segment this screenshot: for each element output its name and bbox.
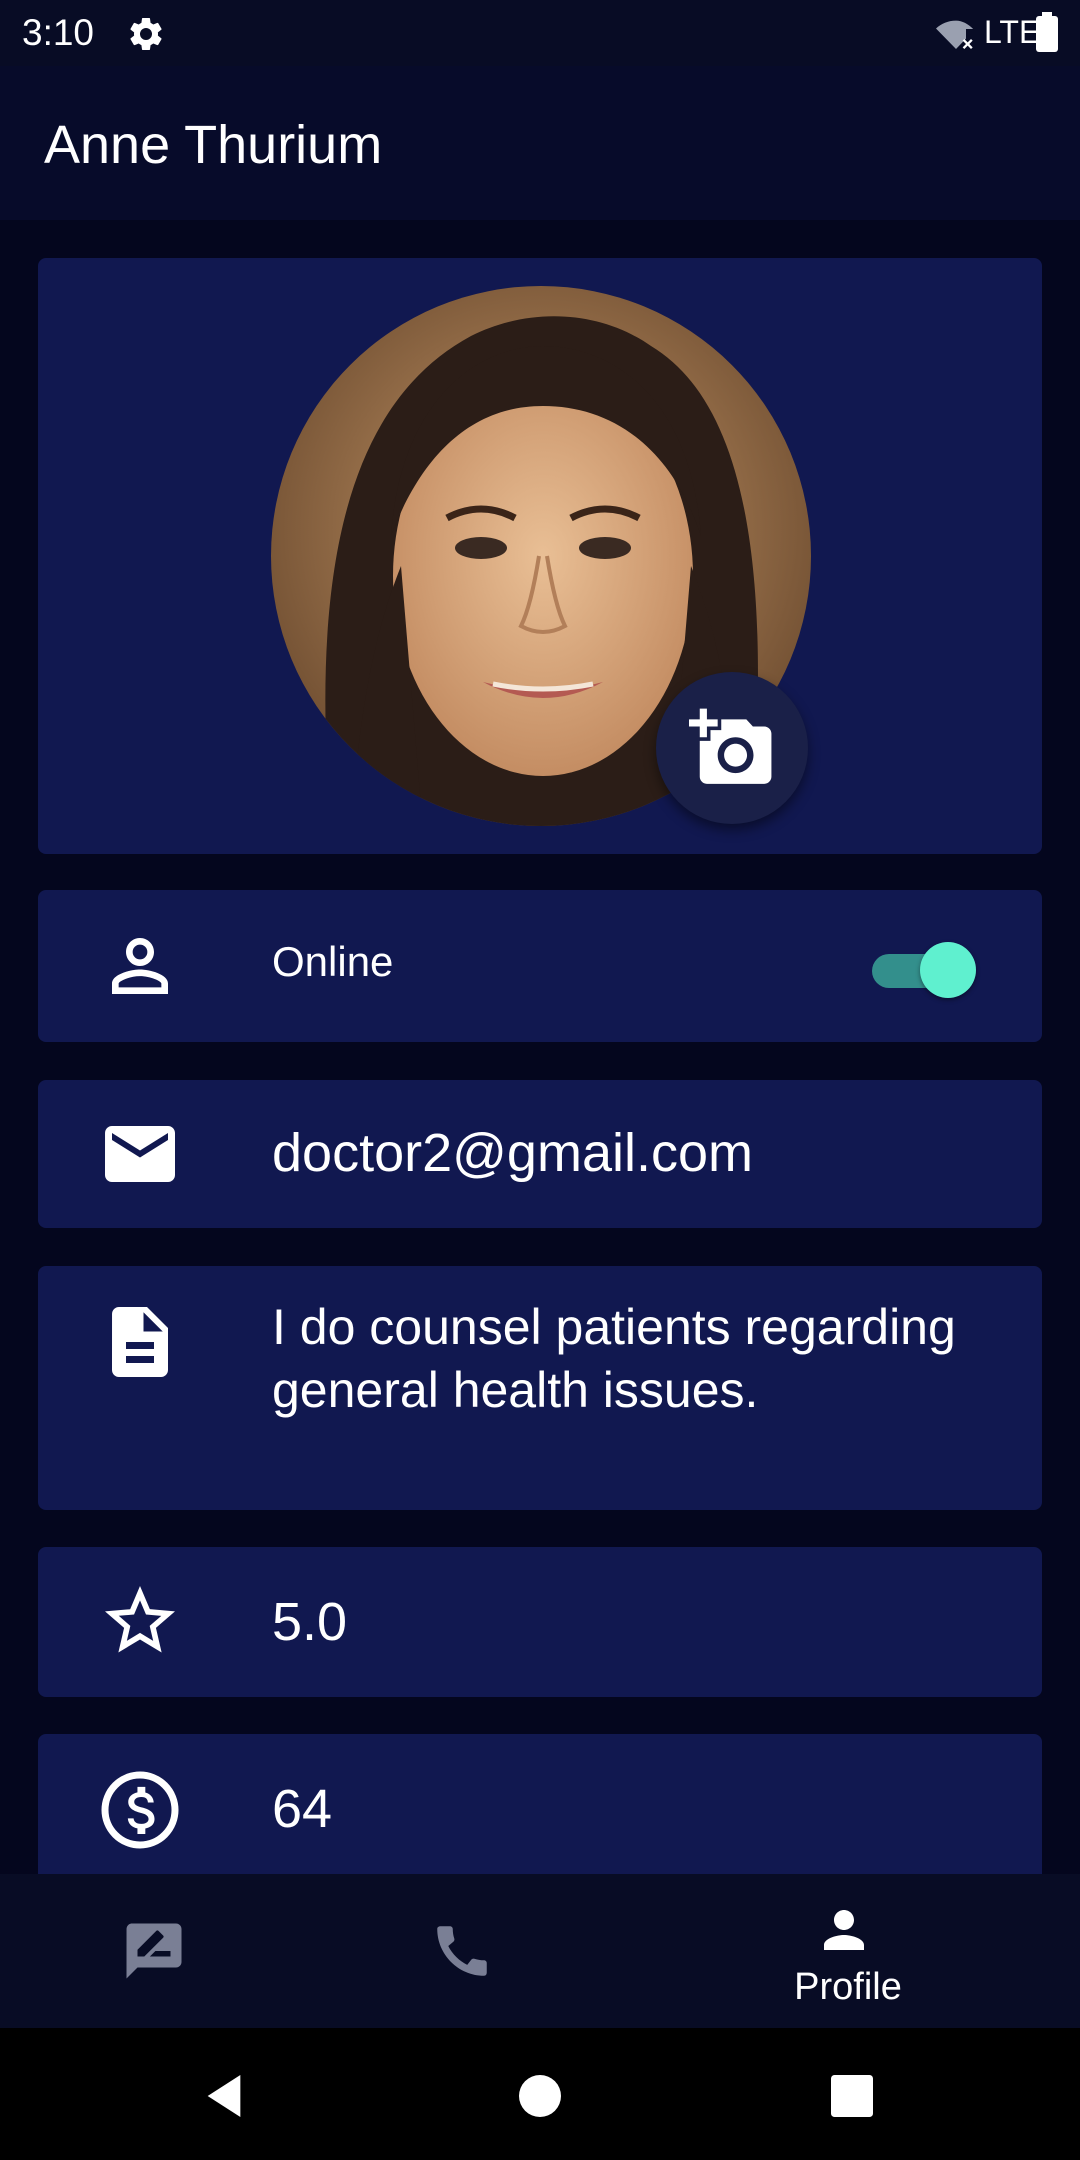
phone-icon (437, 1926, 487, 1976)
nav-item-chat[interactable] (4, 1874, 304, 2028)
toggle-thumb (920, 942, 976, 998)
rate-review-chat-icon (126, 1923, 182, 1979)
status-bar: 3:10 LTE (0, 0, 1080, 66)
screen: 3:10 LTE Anne Thurium Online doctor2@gma… (0, 0, 1080, 2160)
recents-icon[interactable] (824, 2068, 880, 2124)
bio-value: I do counsel patients regarding general … (272, 1299, 956, 1418)
email-value: doctor2@gmail.com (272, 1123, 753, 1183)
wifi-off-icon (936, 20, 974, 49)
nav-item-profile[interactable]: Profile (698, 1874, 998, 2028)
page-title: Anne Thurium (44, 115, 383, 175)
nav-label-profile: Profile (794, 1966, 902, 2008)
rating-card: 5.0 (38, 1547, 1042, 1697)
email-icon (105, 1126, 175, 1182)
change-photo-button[interactable] (656, 672, 808, 824)
settings-gear-icon (130, 17, 162, 50)
online-label: Online (272, 938, 394, 985)
app-bar: Anne Thurium (0, 66, 1080, 220)
add-photo-camera-icon (689, 708, 772, 784)
rating-value: 5.0 (272, 1592, 348, 1652)
online-status-card: Online (38, 890, 1042, 1042)
dollar-circle-icon (101, 1771, 179, 1849)
email-card[interactable]: doctor2@gmail.com (38, 1080, 1042, 1228)
online-toggle[interactable] (870, 938, 980, 998)
nav-item-call[interactable] (312, 1874, 612, 2028)
fee-value: 64 (272, 1779, 333, 1839)
back-icon[interactable] (196, 2068, 252, 2124)
system-navigation-bar (0, 2028, 1080, 2160)
network-type-label: LTE (984, 14, 1041, 50)
person-icon (824, 1910, 864, 1950)
fee-card[interactable]: 64 (38, 1734, 1042, 1894)
home-icon[interactable] (512, 2068, 568, 2124)
bio-card[interactable]: I do counsel patients regarding general … (38, 1266, 1042, 1510)
battery-icon (1036, 12, 1058, 52)
profile-photo-card (38, 258, 1042, 854)
description-icon (112, 1307, 168, 1377)
star-outline-icon (105, 1586, 175, 1653)
bottom-navigation: Profile (0, 1874, 1080, 2028)
person-outline-icon (112, 938, 168, 994)
status-time: 3:10 (22, 12, 95, 53)
